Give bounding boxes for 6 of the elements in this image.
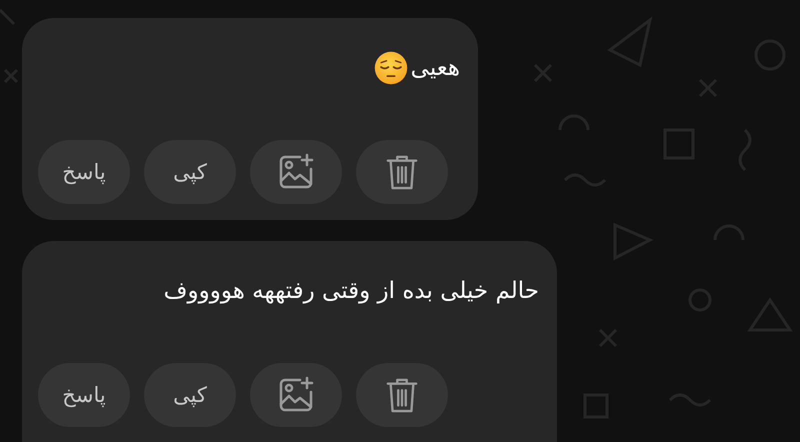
action-button[interactable]: پاسخ: [38, 363, 130, 427]
action-button[interactable]: کپی: [144, 363, 236, 427]
message-text: هعیی: [410, 55, 460, 81]
message-text: حالم خیلی بده از وقتی رفتههه هووووف: [164, 278, 539, 304]
action-button[interactable]: پاسخ: [38, 140, 130, 204]
action-button[interactable]: کپی: [144, 140, 236, 204]
